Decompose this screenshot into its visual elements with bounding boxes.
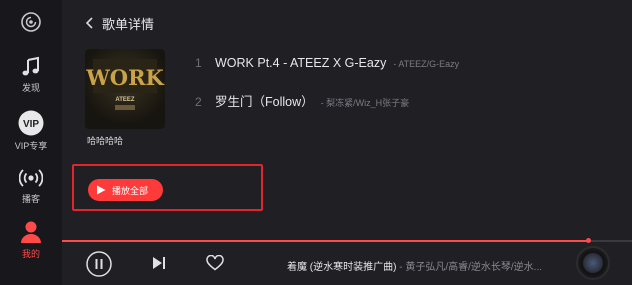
sidebar-item-vip[interactable]: VIP VIP专享	[0, 110, 62, 152]
sidebar-item-label: 播客	[21, 194, 40, 204]
podcast-icon	[19, 169, 43, 187]
sidebar-item-label: 我的	[21, 249, 40, 259]
next-track-button[interactable]	[152, 256, 166, 270]
cover-subtitle: ATEEZ	[115, 97, 135, 103]
cover-art: WORK ATEEZ	[85, 59, 165, 110]
song-artist: - ATEEZ/G-Eazy	[393, 59, 460, 69]
song-index: 1	[195, 56, 202, 70]
now-playing-separator: -	[396, 262, 406, 273]
chevron-left-icon[interactable]	[84, 16, 94, 30]
song-row[interactable]: 1 WORK Pt.4 - ATEEZ X G-Eazy - ATEEZ/G-E…	[195, 56, 459, 74]
page-header: 歌单详情	[84, 14, 154, 32]
song-row[interactable]: 2 罗生门（Follow） - 梨冻紧/Wiz_H张子豪	[195, 91, 409, 109]
song-index: 2	[195, 95, 202, 109]
play-icon	[97, 185, 106, 195]
heart-icon[interactable]	[206, 255, 224, 271]
pause-button[interactable]	[86, 251, 112, 277]
music-note-icon	[22, 56, 39, 76]
sidebar-item-mine[interactable]: 我的	[0, 220, 62, 260]
player-bar: 着魔 (逆水寒时装推广曲) - 黄子弘凡/高睿/逆水长琴/逆水...	[62, 242, 632, 285]
app-logo-icon[interactable]	[21, 12, 41, 32]
sidebar-item-label: VIP专享	[14, 141, 48, 151]
album-disc[interactable]	[576, 246, 610, 280]
song-title: WORK Pt.4 - ATEEZ X G-Eazy	[215, 56, 387, 70]
song-title: 罗生门（Follow）	[215, 95, 314, 109]
sidebar-item-label: 发现	[21, 83, 40, 93]
now-playing-title: 着魔 (逆水寒时装推广曲)	[287, 262, 397, 273]
playlist-cover[interactable]: WORK ATEEZ	[85, 49, 165, 129]
now-playing-artist: 黄子弘凡/高睿/逆水长琴/逆水...	[405, 262, 543, 273]
sidebar-item-podcast[interactable]: 播客	[0, 167, 62, 205]
song-artist: - 梨冻紧/Wiz_H张子豪	[320, 98, 410, 108]
page-title: 歌单详情	[102, 16, 155, 32]
user-icon	[21, 221, 41, 243]
sidebar: 发现 VIP VIP专享 播客 我的	[0, 0, 62, 285]
vip-icon: VIP	[18, 110, 44, 136]
play-all-label: 播放全部	[112, 185, 149, 196]
vip-badge-text: VIP	[23, 119, 39, 130]
play-all-button[interactable]: 播放全部	[88, 179, 163, 201]
cover-title: WORK	[85, 65, 164, 90]
playlist-name: 哈哈哈哈	[87, 136, 124, 146]
sidebar-item-discover[interactable]: 发现	[0, 56, 62, 94]
